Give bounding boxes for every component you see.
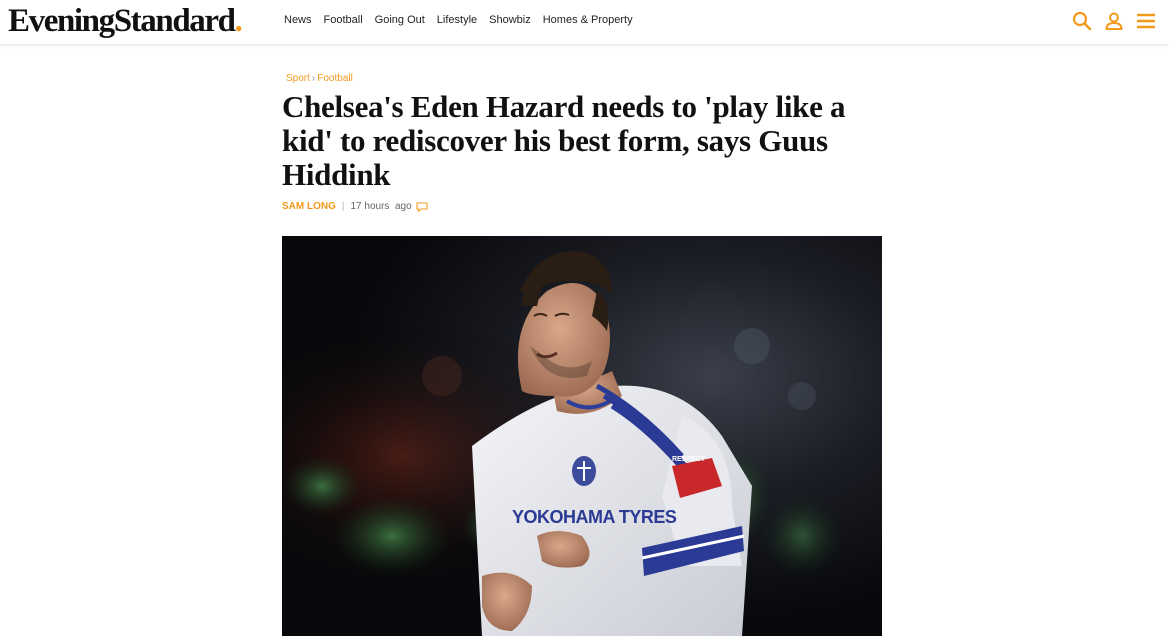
article-header: Sport › Football Chelsea's Eden Hazard nee… xyxy=(282,72,882,214)
logo-dot: . xyxy=(234,3,243,39)
nav-item-football[interactable]: Football xyxy=(324,13,363,27)
breadcrumb-sport[interactable]: Sport xyxy=(286,73,310,84)
site-logo[interactable]: EveningStandard. xyxy=(8,1,243,41)
menu-icon[interactable] xyxy=(1135,10,1157,32)
breadcrumb-separator: › xyxy=(311,73,316,84)
nav-item-lifestyle[interactable]: Lifestyle xyxy=(437,13,477,27)
nav-item-news[interactable]: News xyxy=(284,13,312,27)
header-actions xyxy=(1071,10,1157,32)
byline-separator: | xyxy=(341,201,345,212)
jersey-sponsor-text: YOKOHAMA TYRES xyxy=(512,507,677,527)
logo-text: EveningStandard xyxy=(8,3,236,39)
user-icon[interactable] xyxy=(1103,10,1125,32)
comment-icon[interactable] xyxy=(416,202,428,212)
sleeve-badge-text: RESPECT xyxy=(672,456,706,463)
hero-photo: YOKOHAMA TYRES RESPECT xyxy=(282,236,882,636)
site-header: EveningStandard. News Football Going Out… xyxy=(0,0,1169,45)
nav-item-going-out[interactable]: Going Out xyxy=(375,13,425,27)
author-link[interactable]: SAM LONG xyxy=(282,200,336,214)
nav-item-showbiz[interactable]: Showbiz xyxy=(489,13,531,27)
breadcrumb: Sport › Football xyxy=(286,72,882,86)
main-nav: News Football Going Out Lifestyle Showbi… xyxy=(284,13,645,27)
breadcrumb-football[interactable]: Football xyxy=(317,73,353,84)
search-icon[interactable] xyxy=(1071,10,1093,32)
article-headline: Chelsea's Eden Hazard needs to 'play lik… xyxy=(282,89,846,192)
hero-image[interactable]: YOKOHAMA TYRES RESPECT xyxy=(282,236,882,636)
nav-item-homes-property[interactable]: Homes & Property xyxy=(543,13,633,27)
byline: SAM LONG | 17 hours ago xyxy=(282,200,882,214)
timestamp: 17 hours ago xyxy=(350,201,412,212)
